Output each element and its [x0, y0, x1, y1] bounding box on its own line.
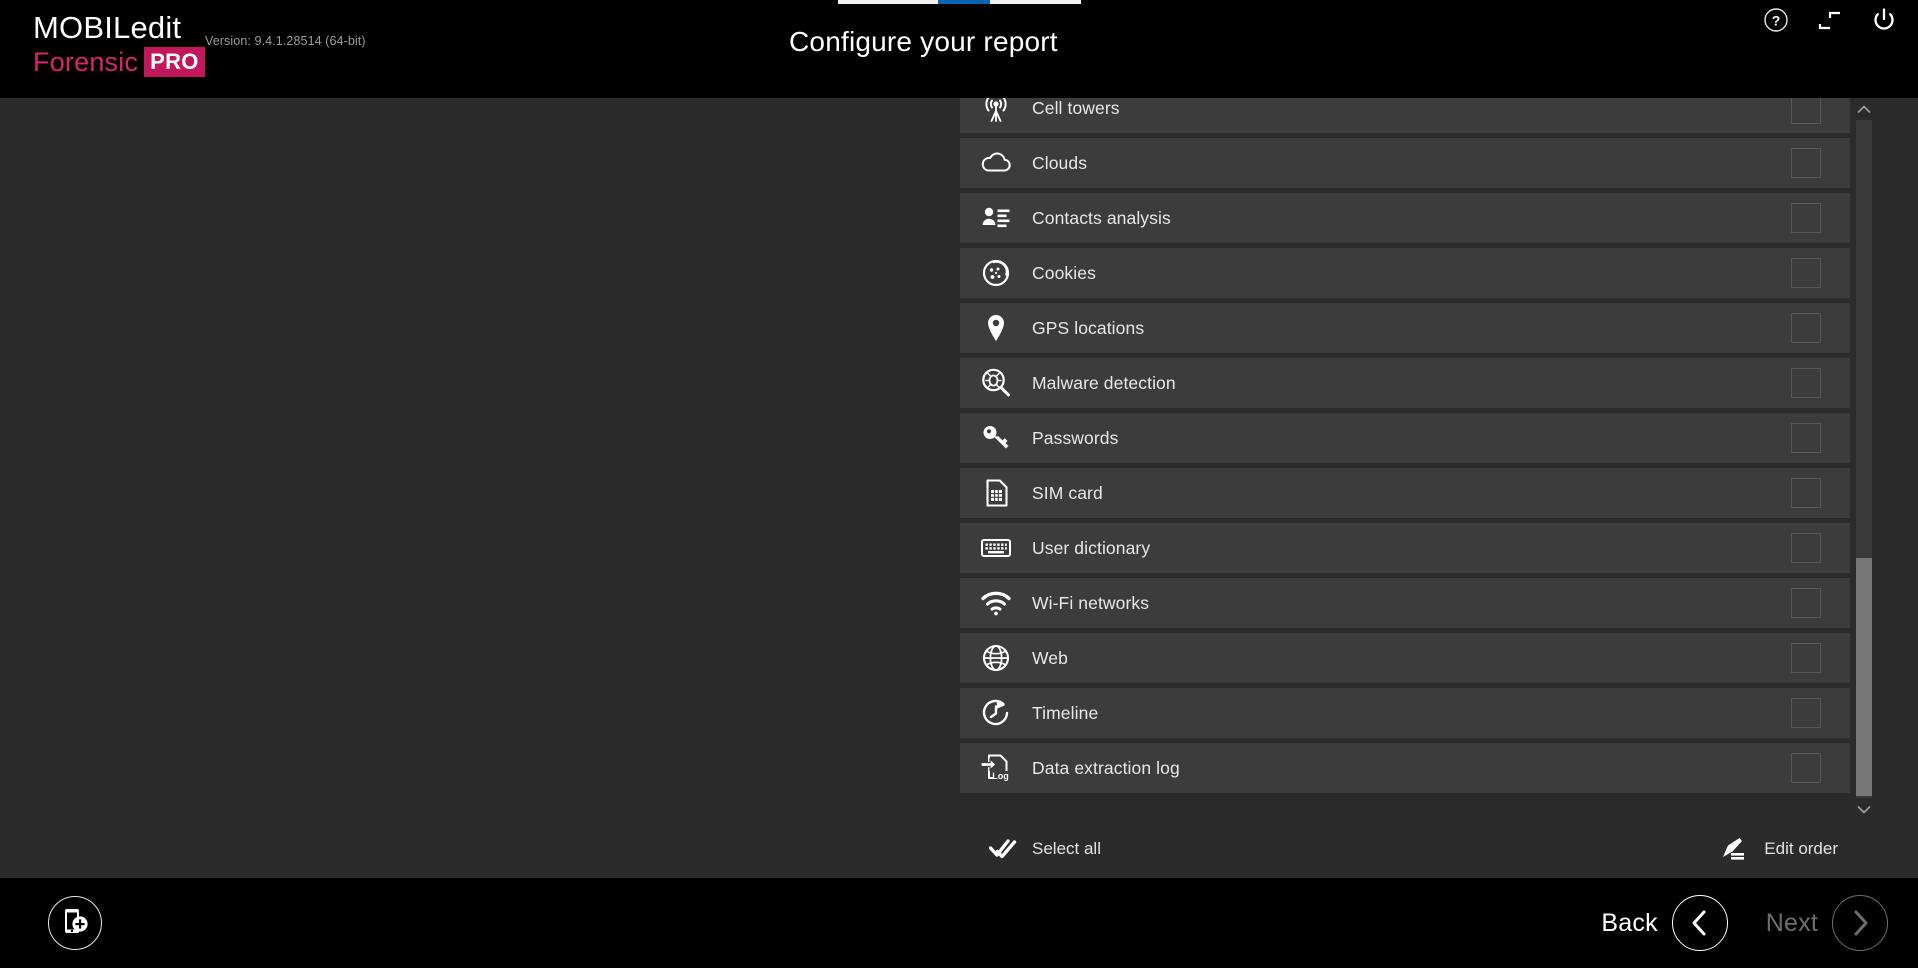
logo-pro-badge: PRO — [144, 47, 205, 77]
report-item-checkbox[interactable] — [1791, 698, 1821, 728]
report-item-checkbox[interactable] — [1791, 478, 1821, 508]
chevron-right-icon — [1832, 895, 1888, 951]
next-button[interactable]: Next — [1766, 895, 1888, 951]
report-item-checkbox[interactable] — [1791, 533, 1821, 563]
next-label: Next — [1766, 909, 1818, 938]
add-device-button[interactable] — [48, 896, 102, 950]
scrollbar-track[interactable] — [1856, 120, 1872, 798]
report-item-row[interactable]: Passwords — [960, 413, 1850, 463]
logo-forensic: Forensic — [33, 46, 138, 78]
report-item-row[interactable]: Cell towers — [960, 98, 1850, 133]
report-item-label: SIM card — [1032, 483, 1791, 504]
report-item-row[interactable]: Clouds — [960, 138, 1850, 188]
report-item-row[interactable]: Web — [960, 633, 1850, 683]
chevron-left-icon — [1672, 895, 1728, 951]
svg-text:?: ? — [1772, 12, 1781, 28]
report-item-checkbox[interactable] — [1791, 423, 1821, 453]
globe-icon — [960, 641, 1032, 675]
report-item-label: Timeline — [1032, 703, 1791, 724]
scrollbar-thumb[interactable] — [1856, 558, 1872, 796]
report-item-checkbox[interactable] — [1791, 313, 1821, 343]
app-logo: MOBILedit Forensic PRO — [33, 11, 213, 78]
report-item-checkbox[interactable] — [1791, 203, 1821, 233]
report-sections-list[interactable]: Cell towers Clouds Contacts analysis Cookie… — [960, 98, 1850, 818]
edit-pencil-lines-icon — [1720, 834, 1750, 864]
app-window: MOBILedit Forensic PRO Version: 9.4.1.28… — [0, 0, 1918, 968]
wizard-progress-current-step — [938, 0, 990, 4]
extraction-log-icon: Log — [960, 752, 1032, 784]
report-item-row[interactable]: Log Data extraction log — [960, 743, 1850, 793]
report-item-checkbox[interactable] — [1791, 588, 1821, 618]
report-item-label: Data extraction log — [1032, 758, 1791, 779]
report-item-checkbox[interactable] — [1791, 368, 1821, 398]
minimize-icon[interactable] — [1814, 4, 1846, 36]
report-item-label: Web — [1032, 648, 1791, 669]
edit-order-button[interactable]: Edit order — [1720, 834, 1838, 864]
cookie-icon — [960, 256, 1032, 290]
scroll-up-arrow-icon[interactable] — [1855, 100, 1873, 118]
list-action-bar: Select all Edit order — [960, 820, 1850, 878]
wifi-icon — [960, 586, 1032, 620]
power-icon[interactable] — [1868, 4, 1900, 36]
report-item-row[interactable]: Cookies — [960, 248, 1850, 298]
help-icon[interactable]: ? — [1760, 4, 1792, 36]
map-pin-icon — [960, 311, 1032, 345]
cloud-icon — [960, 146, 1032, 180]
double-check-icon — [988, 834, 1018, 864]
version-label: Version: 9.4.1.28514 (64-bit) — [205, 34, 366, 48]
report-item-checkbox[interactable] — [1791, 753, 1821, 783]
back-button[interactable]: Back — [1601, 895, 1727, 951]
report-item-row[interactable]: Wi-Fi networks — [960, 578, 1850, 628]
report-item-row[interactable]: User dictionary — [960, 523, 1850, 573]
report-item-label: GPS locations — [1032, 318, 1791, 339]
svg-text:Log: Log — [992, 771, 1009, 781]
report-item-checkbox[interactable] — [1791, 98, 1821, 124]
cell-tower-icon — [960, 106, 1032, 126]
report-item-row[interactable]: SIM card — [960, 468, 1850, 518]
report-item-checkbox[interactable] — [1791, 643, 1821, 673]
report-item-label: Malware detection — [1032, 373, 1791, 394]
report-item-label: Clouds — [1032, 153, 1791, 174]
contacts-analysis-icon — [960, 201, 1032, 235]
logo-mobiledit: MOBILedit — [33, 11, 213, 45]
page-title: Configure your report — [789, 26, 1058, 58]
select-all-label: Select all — [1032, 839, 1101, 859]
report-item-label: User dictionary — [1032, 538, 1791, 559]
report-item-label: Contacts analysis — [1032, 208, 1791, 229]
phone-plus-icon — [59, 905, 91, 942]
window-controls: ? — [1760, 0, 1900, 40]
app-footer: Back Next — [0, 878, 1918, 968]
scroll-down-arrow-icon[interactable] — [1855, 800, 1873, 818]
report-item-row[interactable]: Malware detection — [960, 358, 1850, 408]
timeline-clock-icon — [960, 696, 1032, 730]
malware-magnifier-icon — [960, 366, 1032, 400]
back-label: Back — [1601, 909, 1657, 938]
report-item-label: Cookies — [1032, 263, 1791, 284]
select-all-button[interactable]: Select all — [988, 834, 1101, 864]
wizard-navigation: Back Next — [1601, 895, 1888, 951]
keyboard-icon — [960, 531, 1032, 565]
list-scrollbar[interactable] — [1855, 100, 1873, 818]
edit-order-label: Edit order — [1764, 839, 1838, 859]
app-header: MOBILedit Forensic PRO Version: 9.4.1.28… — [0, 0, 1918, 98]
report-item-checkbox[interactable] — [1791, 148, 1821, 178]
key-icon — [960, 421, 1032, 455]
report-item-label: Cell towers — [1032, 98, 1791, 119]
report-item-row[interactable]: Timeline — [960, 688, 1850, 738]
report-item-label: Wi-Fi networks — [1032, 593, 1791, 614]
report-item-row[interactable]: GPS locations — [960, 303, 1850, 353]
report-item-label: Passwords — [1032, 428, 1791, 449]
report-item-row[interactable]: Contacts analysis — [960, 193, 1850, 243]
wizard-progress-bar — [838, 0, 1081, 4]
sim-card-icon — [960, 476, 1032, 510]
report-item-checkbox[interactable] — [1791, 258, 1821, 288]
